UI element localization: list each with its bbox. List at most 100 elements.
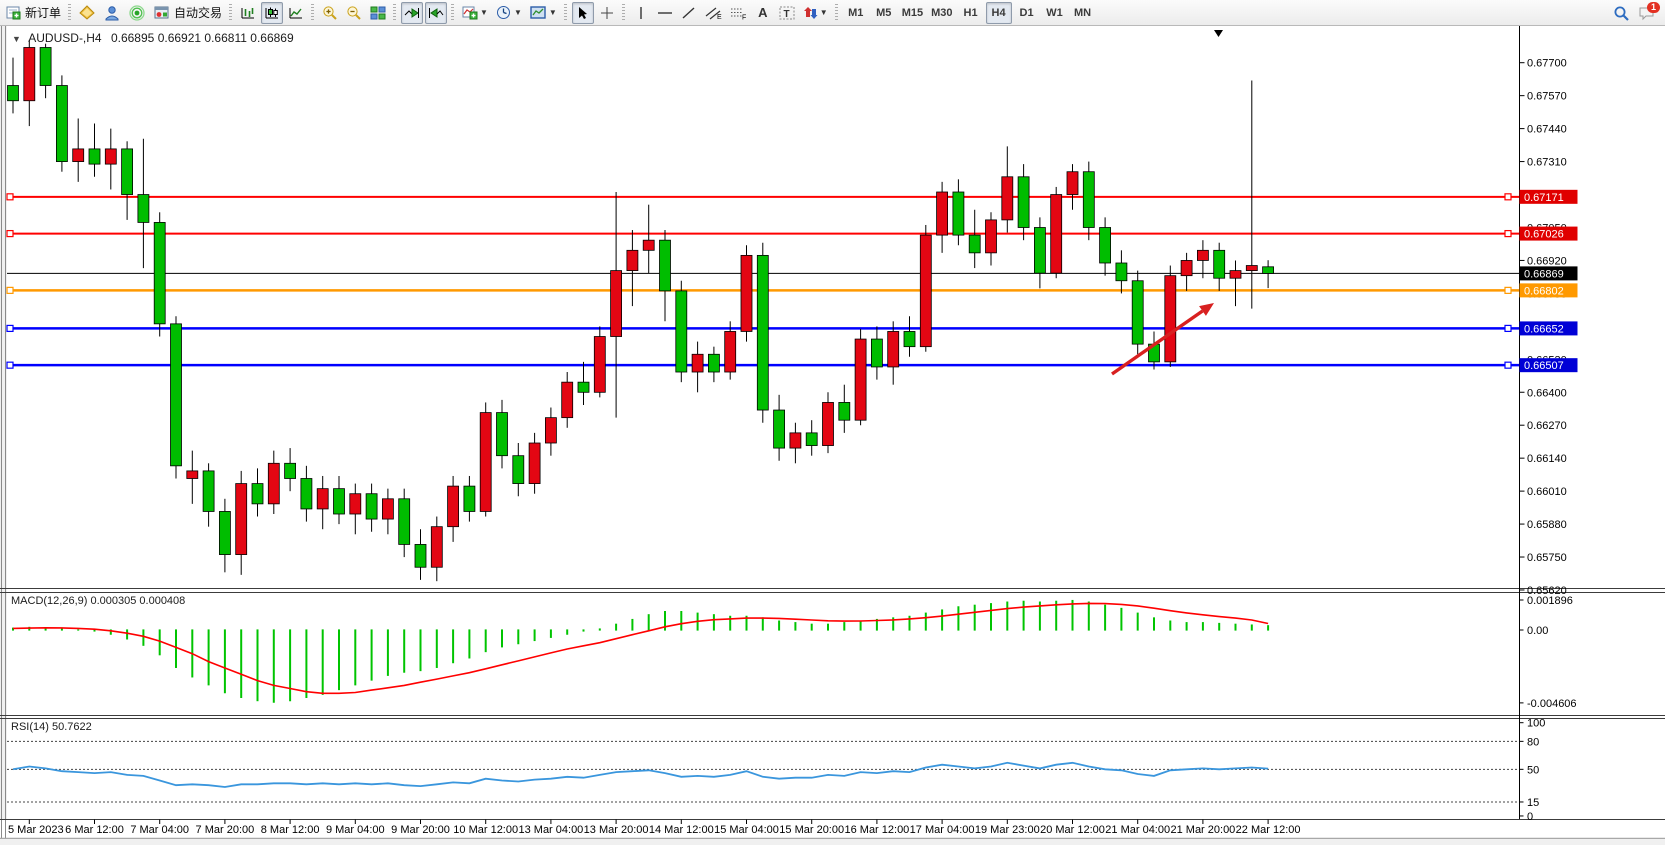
price-tick-label: 0.66400	[1527, 387, 1567, 399]
periods-caret[interactable]: ▼	[514, 8, 522, 17]
candle-body	[1116, 263, 1127, 281]
rsi-tick-label: 80	[1527, 736, 1539, 748]
timeframe-h4-button[interactable]: H4	[986, 2, 1012, 24]
candle-body	[725, 331, 736, 372]
candle-body	[708, 354, 719, 372]
line-handle[interactable]	[1505, 362, 1511, 368]
text-label-icon: T	[779, 6, 795, 20]
candlestick-chart-button[interactable]	[261, 2, 283, 24]
candle-body	[529, 443, 540, 484]
candle-body	[692, 354, 703, 372]
periods-button[interactable]: ▼	[493, 2, 525, 24]
indicators-button[interactable]: ▼	[459, 2, 491, 24]
arrows-caret[interactable]: ▼	[820, 8, 828, 17]
price-badge-label: 0.66802	[1524, 285, 1564, 297]
fibonacci-button[interactable]: F	[727, 2, 750, 24]
tile-windows-button[interactable]	[367, 2, 389, 24]
signal-button[interactable]	[126, 2, 149, 24]
timeframe-m15-button[interactable]: M15	[899, 2, 926, 24]
templates-button[interactable]: ▼	[527, 2, 560, 24]
auto-scroll-button[interactable]	[401, 2, 423, 24]
timeframe-mn-button[interactable]: MN	[1070, 2, 1096, 24]
bar-chart-icon	[240, 6, 256, 20]
line-handle[interactable]	[7, 194, 13, 200]
horizontal-line-button[interactable]	[654, 2, 676, 24]
candle-body	[513, 456, 524, 484]
candle-body	[105, 149, 116, 164]
line-handle[interactable]	[1505, 231, 1511, 237]
candle-body	[317, 489, 328, 509]
price-tick-label: 0.65880	[1527, 519, 1567, 531]
zoom-in-button[interactable]	[319, 2, 341, 24]
macd-indicator-label: MACD(12,26,9) 0.000305 0.000408	[11, 595, 185, 607]
collapse-icon[interactable]: ▼	[12, 34, 21, 44]
line-handle[interactable]	[1505, 325, 1511, 331]
chart-shift-button[interactable]	[425, 2, 447, 24]
candle-body	[676, 291, 687, 372]
templates-caret[interactable]: ▼	[549, 8, 557, 17]
candle-body	[219, 511, 230, 554]
line-handle[interactable]	[1505, 194, 1511, 200]
crosshair-button[interactable]	[596, 2, 618, 24]
equidistant-channel-button[interactable]: E	[702, 2, 725, 24]
autotrade-button[interactable]: 自动交易	[151, 2, 225, 24]
timeframe-w1-button[interactable]: W1	[1042, 2, 1068, 24]
candle-body	[757, 255, 768, 410]
time-tick-label: 21 Mar 20:00	[1170, 824, 1235, 836]
price-tick-label: 0.67570	[1527, 91, 1567, 103]
line-handle[interactable]	[7, 325, 13, 331]
candle-body	[1263, 267, 1274, 274]
bar-chart-button[interactable]	[237, 2, 259, 24]
text-button[interactable]: A	[752, 2, 774, 24]
new-order-button[interactable]: 新订单	[3, 2, 64, 24]
candle-body	[627, 250, 638, 270]
time-tick-label: 7 Mar 20:00	[196, 824, 255, 836]
macd-tick-label: -0.004606	[1527, 698, 1577, 710]
line-handle[interactable]	[1505, 287, 1511, 293]
price-tag-icon	[79, 5, 96, 20]
line-chart-button[interactable]	[285, 2, 307, 24]
zoom-out-button[interactable]	[343, 2, 365, 24]
arrows-button[interactable]: ▼	[800, 2, 831, 24]
candle-body	[448, 486, 459, 527]
candle-body	[366, 494, 377, 519]
line-handle[interactable]	[7, 231, 13, 237]
cursor-button[interactable]	[572, 2, 594, 24]
price-badge-label: 0.67026	[1524, 229, 1564, 241]
candle-body	[1034, 228, 1045, 274]
vertical-line-button[interactable]	[630, 2, 652, 24]
price-tick-label: 0.66010	[1527, 486, 1567, 498]
price-badge-label: 0.67171	[1524, 192, 1564, 204]
line-chart-icon	[288, 6, 304, 20]
community-button[interactable]	[101, 2, 124, 24]
timeframe-m5-button[interactable]: M5	[871, 2, 897, 24]
chart-shift-icon	[428, 6, 444, 20]
candle-body	[171, 324, 182, 466]
search-button[interactable]	[1610, 2, 1633, 24]
trendline-button[interactable]	[678, 2, 700, 24]
line-handle[interactable]	[7, 287, 13, 293]
chart-window: 0.677000.675700.674400.673100.671800.670…	[0, 26, 1665, 845]
time-tick-label: 7 Mar 04:00	[130, 824, 189, 836]
market-watch-button[interactable]	[76, 2, 99, 24]
candle-body	[1230, 271, 1241, 279]
ohlc-open: 0.66895	[111, 31, 154, 45]
timeframe-m30-button[interactable]: M30	[928, 2, 955, 24]
indicators-caret[interactable]: ▼	[480, 8, 488, 17]
candle-body	[578, 382, 589, 392]
candle-body	[56, 86, 67, 162]
arrows-icon	[803, 6, 818, 20]
tile-windows-icon	[370, 6, 386, 20]
notifications-button[interactable]: 1	[1635, 2, 1659, 24]
candle-body	[774, 410, 785, 448]
timeframe-m1-button[interactable]: M1	[843, 2, 869, 24]
time-tick-label: 14 Mar 12:00	[649, 824, 714, 836]
line-handle[interactable]	[7, 362, 13, 368]
timeframe-h1-button[interactable]: H1	[958, 2, 984, 24]
timeframe-d1-button[interactable]: D1	[1014, 2, 1040, 24]
text-label-button[interactable]: T	[776, 2, 798, 24]
fibonacci-icon: F	[730, 6, 747, 20]
crosshair-icon	[600, 6, 614, 20]
candle-body	[611, 271, 622, 337]
main-toolbar: 新订单 自动交易 ▼ ▼	[0, 0, 1665, 26]
